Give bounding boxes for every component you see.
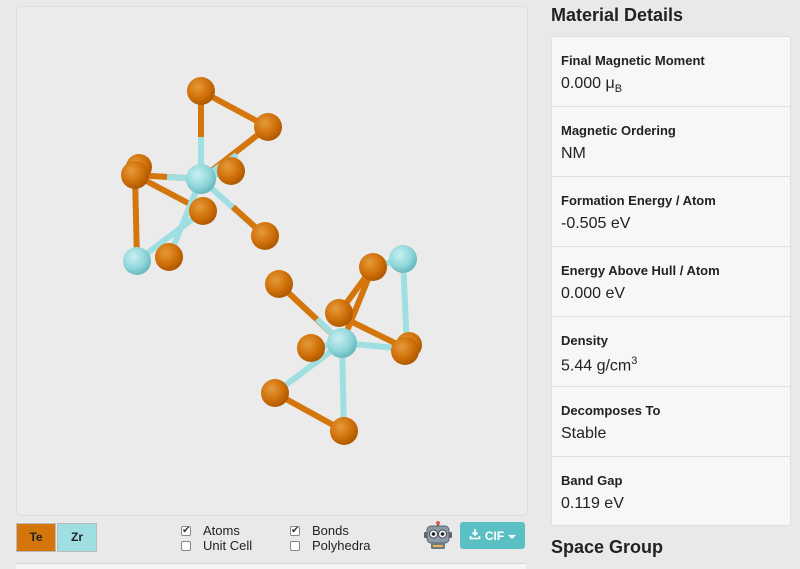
prop-value: NM [561,145,586,162]
bonds-checkbox[interactable]: ✔ [290,525,300,536]
te-atom [121,161,149,189]
te-atom [187,77,215,105]
cif-download-button[interactable]: CIF [460,522,525,549]
te-atom [254,113,282,141]
prop-band-gap: Band Gap 0.119 eV [552,457,790,527]
prop-value: Stable [561,425,607,442]
prop-label: Magnetic Ordering [561,123,676,138]
polyhedra-label: Polyhedra [312,538,371,553]
material-details-title: Material Details [551,5,684,25]
space-group-title: Space Group [551,537,664,557]
te-atom [217,157,245,185]
te-atom [155,243,183,271]
cif-label: CIF [484,528,505,543]
crystal-structure-render [121,77,422,445]
toggle-bonds[interactable]: ✔ Bonds [290,523,349,538]
prop-magnetic-ordering: Magnetic Ordering NM [552,107,790,177]
prop-label: Density [561,333,608,348]
material-details-panel: Final Magnetic Moment 0.000 μB Magnetic … [551,36,791,526]
te-atom [391,337,419,365]
te-atom [330,417,358,445]
te-atom [359,253,387,281]
prop-energy-above-hull: Energy Above Hull / Atom 0.000 eV [552,247,790,317]
legend-te-label: Te [29,530,43,544]
legend-te[interactable]: Te [16,523,56,552]
unit-cell-checkbox[interactable] [181,540,191,551]
prop-label: Formation Energy / Atom [561,193,716,208]
zr-atom [327,328,357,358]
zr-atom [186,164,216,194]
toggle-unit-cell[interactable]: Unit Cell [181,538,252,553]
atoms-checkbox[interactable]: ✔ [181,525,191,536]
prop-value: 5.44 g/cm3 [561,355,638,375]
prop-label: Energy Above Hull / Atom [561,263,720,278]
prop-magnetic-moment: Final Magnetic Moment 0.000 μB [552,37,790,107]
prop-label: Band Gap [561,473,623,488]
prop-density: Density 5.44 g/cm3 [552,317,790,387]
caret-down-icon [508,529,517,543]
prop-value: -0.505 eV [561,215,631,232]
prop-value: 0.119 eV [561,495,624,512]
bonds-label: Bonds [312,523,349,538]
legend-zr-label: Zr [71,530,83,544]
te-atom [325,299,353,327]
unit-cell-label: Unit Cell [203,538,253,553]
legend-zr[interactable]: Zr [57,523,97,552]
te-atom [261,379,289,407]
te-atom [297,334,325,362]
te-atom [189,197,217,225]
atoms-label: Atoms [203,523,240,538]
zr-atom [123,247,151,275]
prop-label: Decomposes To [561,403,661,418]
polyhedra-checkbox[interactable] [290,540,300,551]
download-icon [469,528,481,543]
prop-value: 0.000 μB [561,75,623,96]
panel-edge [16,563,526,569]
structure-viewer[interactable] [16,6,528,516]
prop-formation-energy: Formation Energy / Atom -0.505 eV [552,177,790,247]
prop-label: Final Magnetic Moment [561,53,705,68]
prop-decomposes-to: Decomposes To Stable [552,387,790,457]
te-atom [265,270,293,298]
zr-atom [389,245,417,273]
toggle-polyhedra[interactable]: Polyhedra [290,538,371,553]
toggle-atoms[interactable]: ✔ Atoms [181,523,240,538]
te-atom [251,222,279,250]
prop-value: 0.000 eV [561,285,626,302]
robot-icon[interactable] [423,521,453,551]
